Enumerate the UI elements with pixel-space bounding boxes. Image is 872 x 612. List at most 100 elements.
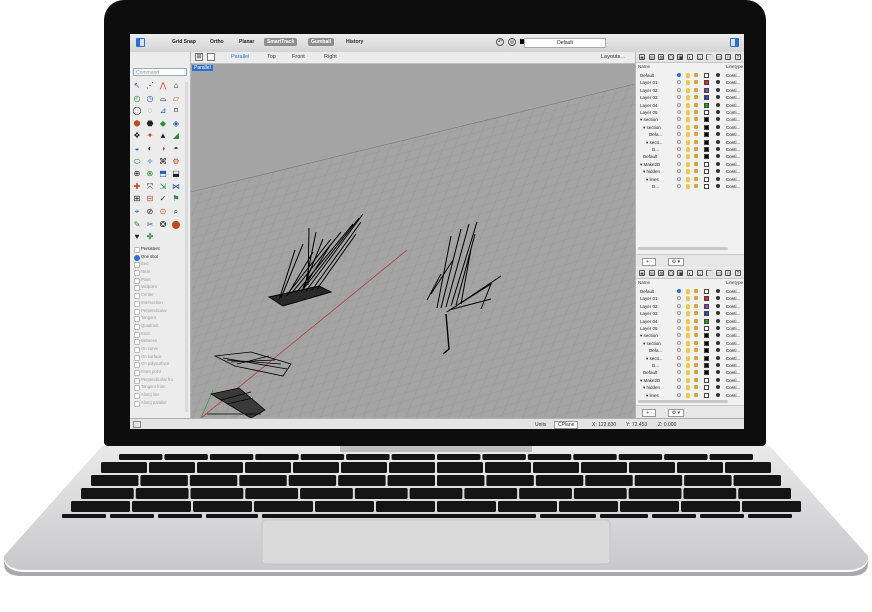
lightbulb-icon[interactable] bbox=[686, 311, 690, 317]
tool-button[interactable]: ⬢ bbox=[132, 119, 142, 129]
lightbulb-icon[interactable] bbox=[686, 370, 690, 376]
layer-color-swatch[interactable] bbox=[704, 87, 709, 93]
layer-color-swatch[interactable] bbox=[704, 326, 709, 331]
current-layer-indicator[interactable] bbox=[677, 363, 681, 367]
layer-row[interactable]: ▾ hidden Conti... bbox=[636, 168, 744, 175]
layer-row[interactable]: D... Conti... bbox=[636, 183, 744, 190]
lightbulb-icon[interactable] bbox=[686, 147, 690, 152]
layer-row[interactable]: Layer 04 Conti... bbox=[636, 102, 744, 109]
material-icon[interactable] bbox=[716, 311, 720, 316]
tool-button[interactable]: ❖ bbox=[132, 131, 142, 141]
gumball-button[interactable]: Gumball bbox=[308, 38, 335, 46]
panel-tab-icon[interactable]: ⬜ bbox=[706, 270, 713, 277]
tool-button[interactable]: ❂ bbox=[158, 220, 168, 230]
current-layer-indicator[interactable] bbox=[677, 355, 681, 360]
tool-button[interactable]: ⬓ bbox=[171, 169, 181, 179]
layer-color-swatch[interactable] bbox=[704, 296, 709, 302]
snap-option[interactable]: Knot bbox=[133, 330, 187, 338]
add-layer-button-2[interactable]: + · bbox=[642, 409, 656, 417]
panel-tab-icon[interactable]: ▣ bbox=[677, 54, 684, 61]
layer-color-swatch[interactable] bbox=[704, 132, 709, 138]
layer-color-swatch[interactable] bbox=[704, 124, 709, 130]
linetype-value[interactable]: Conti... bbox=[726, 333, 740, 338]
tool-button[interactable]: ✎ bbox=[132, 220, 142, 230]
tool-button[interactable]: ⊕ bbox=[132, 169, 142, 179]
snap-option[interactable]: Quadrant bbox=[133, 322, 187, 330]
tool-button[interactable]: ⌕ bbox=[171, 207, 181, 217]
tool-button[interactable]: ⋀ bbox=[158, 81, 168, 91]
linetype-value[interactable]: Conti... bbox=[726, 147, 740, 152]
layer-color-swatch[interactable] bbox=[704, 169, 709, 175]
lock-icon[interactable] bbox=[694, 87, 698, 92]
snap-option[interactable]: Perpendicular fro bbox=[133, 376, 187, 384]
snap-option[interactable]: Center bbox=[133, 291, 187, 300]
one-shot-option[interactable]: One shot bbox=[133, 253, 187, 261]
lightbulb-icon[interactable] bbox=[686, 80, 690, 86]
tool-button[interactable]: ⌖ bbox=[132, 207, 142, 217]
layer-row[interactable]: D... Conti... bbox=[636, 362, 744, 369]
layer-dropdown[interactable]: Default bbox=[524, 38, 606, 48]
layer-color-swatch[interactable] bbox=[704, 340, 709, 346]
lock-icon[interactable] bbox=[694, 289, 698, 293]
lock-icon[interactable] bbox=[694, 73, 698, 77]
lightbulb-icon[interactable] bbox=[686, 318, 690, 324]
panel-tab-icon[interactable]: ◍ bbox=[658, 270, 665, 277]
lock-icon[interactable] bbox=[694, 161, 698, 166]
target-icon[interactable]: ◎ bbox=[508, 38, 516, 46]
linetype-value[interactable]: Conti... bbox=[726, 117, 740, 122]
grid-view-icon[interactable]: ⊞ bbox=[195, 53, 203, 61]
lightbulb-icon[interactable] bbox=[686, 326, 690, 331]
current-layer-indicator[interactable] bbox=[677, 124, 681, 129]
layer-color-swatch[interactable] bbox=[704, 147, 709, 152]
tool-button[interactable]: ⌑ bbox=[171, 106, 181, 116]
lightbulb-icon[interactable] bbox=[686, 392, 690, 398]
tool-button[interactable]: ◴ bbox=[132, 94, 142, 104]
tool-button[interactable]: ⬭ bbox=[132, 157, 142, 167]
layer-row[interactable]: ▾ lines Conti... bbox=[636, 392, 744, 399]
layer-color-swatch[interactable] bbox=[704, 289, 709, 294]
snap-option[interactable]: Midpoint bbox=[133, 283, 187, 292]
tool-button[interactable]: ◢ bbox=[171, 131, 181, 141]
layer-color-swatch[interactable] bbox=[704, 385, 709, 391]
layer-row[interactable]: Default Conti... bbox=[636, 288, 744, 295]
lightbulb-icon[interactable] bbox=[686, 184, 690, 189]
snap-option[interactable]: On surface bbox=[133, 353, 187, 361]
linetype-value[interactable]: Conti... bbox=[726, 356, 740, 361]
current-layer-indicator[interactable] bbox=[677, 139, 681, 144]
layer-row[interactable]: Default Conti... bbox=[636, 153, 744, 160]
lightbulb-icon[interactable] bbox=[686, 333, 690, 339]
layer-row[interactable]: Layer 05 Conti... bbox=[636, 325, 744, 332]
layer-color-swatch[interactable] bbox=[704, 392, 709, 398]
current-layer-indicator[interactable] bbox=[677, 348, 681, 353]
linetype-value[interactable]: Conti... bbox=[726, 125, 740, 130]
tool-button[interactable]: ⊟ bbox=[145, 194, 155, 204]
linetype-value[interactable]: Conti... bbox=[726, 319, 740, 324]
tool-button[interactable]: ↖ bbox=[132, 81, 142, 91]
tool-button[interactable]: ▲ bbox=[158, 131, 168, 141]
current-layer-indicator[interactable] bbox=[677, 296, 681, 301]
lock-icon[interactable] bbox=[694, 176, 698, 181]
linetype-value[interactable]: Conti... bbox=[726, 184, 740, 189]
layer-row[interactable]: ▾ section Conti... bbox=[636, 332, 744, 339]
material-icon[interactable] bbox=[716, 355, 720, 360]
tool-button[interactable]: ✦ bbox=[145, 131, 155, 141]
linetype-value[interactable]: Conti... bbox=[726, 348, 740, 353]
current-layer-indicator[interactable] bbox=[677, 132, 681, 137]
current-layer-indicator[interactable] bbox=[677, 110, 681, 114]
linetype-value[interactable]: Conti... bbox=[726, 370, 740, 375]
layer-row[interactable]: ▾ Make2D Conti... bbox=[636, 161, 744, 168]
layer-row[interactable]: Layer 04 Conti... bbox=[636, 318, 744, 325]
lock-icon[interactable] bbox=[694, 363, 698, 367]
material-icon[interactable] bbox=[716, 363, 720, 367]
snap-option[interactable]: On curve bbox=[133, 345, 187, 353]
layer-row[interactable]: D... Conti... bbox=[636, 146, 744, 153]
material-icon[interactable] bbox=[716, 161, 720, 166]
current-layer-indicator[interactable] bbox=[677, 184, 681, 188]
tool-button[interactable]: ⋈ bbox=[171, 182, 181, 192]
material-icon[interactable] bbox=[716, 154, 720, 159]
layer-row[interactable]: ▾ secti... Conti... bbox=[636, 355, 744, 362]
tool-button[interactable]: ⬤ bbox=[171, 220, 181, 230]
tool-button[interactable]: ◆ bbox=[158, 119, 168, 129]
lightbulb-icon[interactable] bbox=[686, 355, 690, 361]
panel-tab-icon[interactable]: ⬜ bbox=[706, 54, 713, 61]
